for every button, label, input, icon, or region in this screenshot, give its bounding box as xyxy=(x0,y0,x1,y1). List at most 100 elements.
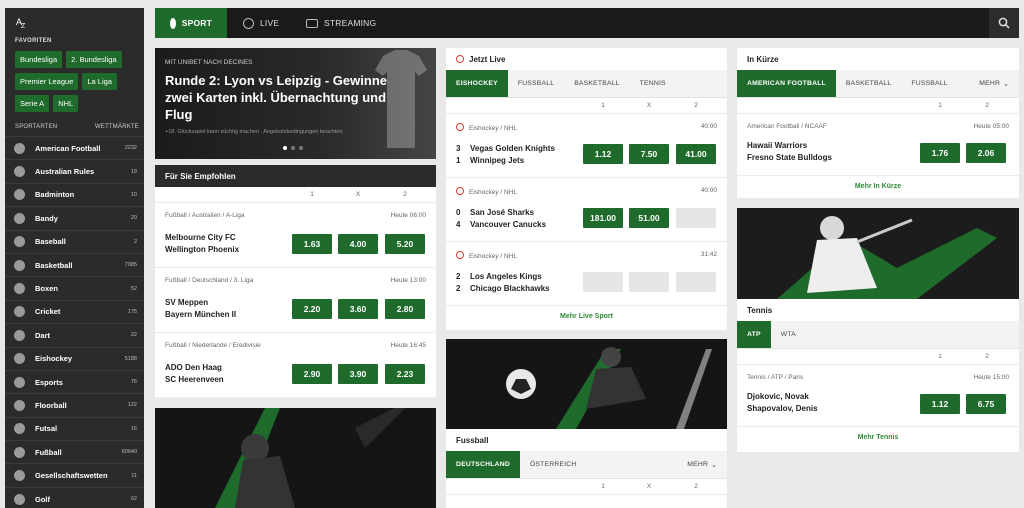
odds-button[interactable]: 4.00 xyxy=(338,234,378,254)
favorite-2-bundesliga[interactable]: 2. Bundesliga xyxy=(66,51,122,68)
sidebar-item-futsal[interactable]: Futsal 16 xyxy=(5,416,144,440)
odds-button[interactable]: 1.76 xyxy=(920,143,960,163)
odds-button[interactable]: 2.80 xyxy=(385,299,425,319)
favorite-premier-league[interactable]: Premier League xyxy=(15,73,79,90)
market-count: 76 xyxy=(130,379,137,386)
event-league: Eishockey / NHL xyxy=(456,187,517,196)
favorite-nhl[interactable]: NHL xyxy=(53,95,79,112)
tab-eishockey[interactable]: EISHOCKEY xyxy=(446,70,508,97)
sport-ball-icon xyxy=(170,17,176,29)
sport-name: Basketball xyxy=(35,260,73,270)
tab-atp[interactable]: ATP xyxy=(737,321,771,348)
tab-basketball[interactable]: BASKETBALL xyxy=(564,70,629,97)
sidebar-item-basketball[interactable]: Basketball 7085 xyxy=(5,252,144,276)
promo-image-tennis xyxy=(737,208,1019,299)
chevron-down-icon: ⌄ xyxy=(1003,80,1009,88)
tab-oesterreich[interactable]: ÖSTERREICH xyxy=(520,451,587,478)
sidebar-item-baseball[interactable]: Baseball 2 xyxy=(5,229,144,253)
home-team: ADO Den Haag xyxy=(165,363,222,372)
more-live-link[interactable]: Mehr Live Sport xyxy=(446,306,727,328)
odds-header: 1 2 xyxy=(737,98,1019,114)
odds-button[interactable]: 2.90 xyxy=(292,364,332,384)
sidebar-item-australian-rules[interactable]: Australian Rules 19 xyxy=(5,159,144,182)
az-sort-icon[interactable]: AZ xyxy=(16,17,30,31)
favorites-list: Bundesliga 2. Bundesliga Premier League … xyxy=(15,51,141,112)
sidebar-item-boxing[interactable]: Boxen 52 xyxy=(5,276,144,299)
event-league: Eishockey / NHL xyxy=(456,251,517,260)
tab-tennis[interactable]: TENNIS xyxy=(630,70,676,97)
market-count: 16 xyxy=(130,425,137,432)
odds-button[interactable]: 2.23 xyxy=(385,364,425,384)
odds-button[interactable]: 3.90 xyxy=(338,364,378,384)
odds-button[interactable]: 6.75 xyxy=(966,394,1006,414)
carousel-dot[interactable] xyxy=(299,146,303,150)
play-screen-icon xyxy=(306,18,318,28)
tab-american-football[interactable]: AMERICAN FOOTBALL xyxy=(737,70,836,97)
more-tennis-link[interactable]: Mehr Tennis xyxy=(737,427,1019,449)
market-count: 52 xyxy=(130,285,137,292)
tab-live[interactable]: LIVE xyxy=(243,8,279,38)
event-time: 40:00 xyxy=(700,123,717,130)
tab-more[interactable]: MEHR ⌄ xyxy=(677,451,727,478)
sidebar-item-floorball[interactable]: Floorball 122 xyxy=(5,393,144,416)
tab-fussball[interactable]: FUSSBALL xyxy=(508,70,564,97)
tab-basketball[interactable]: BASKETBALL xyxy=(836,70,901,97)
ice-hockey-icon xyxy=(14,353,25,365)
favorite-la-liga[interactable]: La Liga xyxy=(82,73,117,90)
sidebar-item-badminton[interactable]: Badminton 10 xyxy=(5,182,144,206)
sidebar-item-esports[interactable]: Esports 76 xyxy=(5,369,144,393)
odds-button[interactable]: 1.12 xyxy=(920,394,960,414)
favorite-bundesliga[interactable]: Bundesliga xyxy=(15,51,63,68)
tennis-title: Tennis xyxy=(747,305,773,315)
sidebar-item-golf[interactable]: Golf 62 xyxy=(5,486,144,508)
sidebar-item-dart[interactable]: Dart 22 xyxy=(5,323,144,346)
sidebar-item-cricket[interactable]: Cricket 175 xyxy=(5,299,144,323)
market-count: 22 xyxy=(130,332,137,339)
futsal-icon xyxy=(14,423,25,435)
promo-banner[interactable]: MIT UNIBET NACH DECINES Runde 2: Lyon vs… xyxy=(155,48,436,159)
favorite-serie-a[interactable]: Serie A xyxy=(15,95,50,112)
event-time: Heute 16:45 xyxy=(390,342,426,349)
odds-button[interactable]: 5.20 xyxy=(385,234,425,254)
market-count: 2232 xyxy=(124,145,137,152)
odds-button[interactable]: 2.06 xyxy=(966,143,1006,163)
carousel-dot[interactable] xyxy=(291,146,295,150)
cricket-icon xyxy=(14,306,25,318)
odds-button[interactable]: 3.60 xyxy=(338,299,378,319)
event-league: Eishockey / NHL xyxy=(456,123,517,132)
tab-fussball[interactable]: FUSSBALL xyxy=(901,70,957,97)
tab-more[interactable]: MEHR ⌄ xyxy=(969,70,1019,97)
chevron-down-icon: ⌄ xyxy=(711,461,717,469)
basketball-icon xyxy=(14,259,25,271)
odds-button[interactable]: 41.00 xyxy=(676,144,716,164)
away-score: 4 xyxy=(456,220,461,229)
odds-button[interactable]: 7.50 xyxy=(629,144,669,164)
tab-deutschland[interactable]: DEUTSCHLAND xyxy=(446,451,520,478)
sidebar-item-american-football[interactable]: American Football 2232 xyxy=(5,136,144,159)
odds-button[interactable]: 2.20 xyxy=(292,299,332,319)
carousel-dot[interactable] xyxy=(283,146,287,150)
sidebar-item-ice-hockey[interactable]: Eishockey 5188 xyxy=(5,346,144,370)
odds-button[interactable]: 181.00 xyxy=(583,208,623,228)
tab-wta[interactable]: WTA xyxy=(771,321,806,348)
player-graphic xyxy=(215,408,405,508)
search-button[interactable] xyxy=(989,8,1019,38)
event-time: Heute 13:00 xyxy=(390,277,426,284)
sidebar-item-bandy[interactable]: Bandy 20 xyxy=(5,206,144,229)
tab-sport[interactable]: SPORT xyxy=(155,8,227,38)
sidebar-item-star[interactable]: Gesellschaftswetten 11 xyxy=(5,463,144,486)
odds-button[interactable]: 51.00 xyxy=(629,208,669,228)
sport-name: Badminton xyxy=(35,190,75,200)
soon-panel: In Kürze AMERICAN FOOTBALL BASKETBALL FU… xyxy=(737,48,1019,198)
golf-icon xyxy=(14,493,25,505)
event-time: 31:42 xyxy=(700,251,717,258)
sidebar-item-football[interactable]: Fußball 60640 xyxy=(5,440,144,463)
live-panel: Jetzt Live EISHOCKEY FUSSBALL BASKETBALL… xyxy=(446,48,727,330)
market-count: 7085 xyxy=(124,262,137,269)
tab-streaming[interactable]: STREAMING xyxy=(306,8,376,38)
odds-button[interactable]: 1.12 xyxy=(583,144,623,164)
more-soon-link[interactable]: Mehr In Kürze xyxy=(737,176,1019,198)
search-icon xyxy=(998,17,1010,29)
odds-button[interactable]: 1.63 xyxy=(292,234,332,254)
market-count: 2 xyxy=(133,238,137,245)
